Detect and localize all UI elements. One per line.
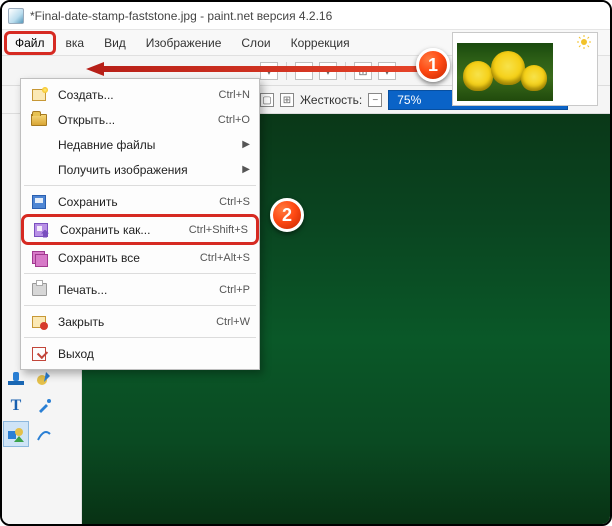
new-icon [30,86,48,104]
chevron-right-icon: ▶ [242,164,250,175]
tool-button[interactable]: ▫ [295,62,313,80]
menu-item-label: Закрыть [58,315,216,329]
chevron-right-icon: ▶ [242,139,250,150]
menu-item[interactable]: Сохранить всеCtrl+Alt+S [22,245,258,270]
menu-item-shortcut: Ctrl+O [218,114,250,126]
menu-item-label: Недавние файлы [58,138,250,152]
file-menu-dropdown: Создать...Ctrl+NОткрыть...Ctrl+OНедавние… [20,78,260,370]
saveas-icon [32,221,50,239]
menu-item[interactable]: Создать...Ctrl+N [22,82,258,107]
exit-icon [30,345,48,363]
tool-dropdown-icon[interactable]: ▾ [260,62,278,80]
thumbnail-image [457,43,553,101]
close-icon [30,313,48,331]
menu-item-shortcut: Ctrl+S [219,196,250,208]
menu-item[interactable]: Печать...Ctrl+P [22,277,258,302]
menu-item[interactable]: Выход [22,341,258,366]
menu-item-label: Сохранить все [58,251,200,265]
stiffness-label: Жесткость: [300,93,362,107]
menu-item-shortcut: Ctrl+Shift+S [189,224,248,236]
menu-item[interactable]: ЗакрытьCtrl+W [22,309,258,334]
tool-button[interactable]: ▾ [319,62,337,80]
menu-file[interactable]: Файл [4,31,56,55]
titlebar: *Final-date-stamp-faststone.jpg - paint.… [2,2,610,30]
annotation-badge-2: 2 [270,198,304,232]
menu-item-label: Получить изображения [58,163,250,177]
shapes-tool-icon[interactable] [3,421,29,447]
separator [286,62,287,80]
menu-separator [24,337,256,338]
decrease-icon[interactable]: ▢ [260,93,274,107]
app-icon [8,8,24,24]
menu-separator [24,305,256,306]
menu-item-label: Сохранить [58,195,219,209]
menu-item-label: Печать... [58,283,219,297]
picker-tool-icon[interactable] [31,393,57,419]
window-title: *Final-date-stamp-faststone.jpg - paint.… [30,9,332,23]
separator [345,62,346,80]
menu-item-shortcut: Ctrl+P [219,284,250,296]
menu-item[interactable]: Получить изображения▶ [22,157,258,182]
saveall-icon [30,249,48,267]
grid-icon[interactable]: ⊞ [354,62,372,80]
blank-icon [30,136,48,154]
line-tool-icon[interactable] [31,421,57,447]
image-thumbnail-panel[interactable] [452,32,598,106]
menu-separator [24,273,256,274]
app-window: *Final-date-stamp-faststone.jpg - paint.… [0,0,612,526]
save-icon [30,193,48,211]
menu-item[interactable]: Сохранить как...Ctrl+Shift+S [24,217,256,242]
menu-item-highlighted: Сохранить как...Ctrl+Shift+S [21,214,259,245]
menu-edit[interactable]: вка [56,32,95,54]
menu-item-shortcut: Ctrl+Alt+S [200,252,250,264]
menu-layers[interactable]: Слои [231,32,280,54]
annotation-badge-1: 1 [416,48,450,82]
menu-item[interactable]: Недавние файлы▶ [22,132,258,157]
sun-icon [577,35,591,49]
blank-icon [30,161,48,179]
tool-button[interactable]: ▾ [378,62,396,80]
open-icon [30,111,48,129]
print-icon [30,281,48,299]
menu-separator [24,185,256,186]
menu-item-shortcut: Ctrl+N [219,89,250,101]
menu-item-shortcut: Ctrl+W [216,316,250,328]
menu-item-label: Создать... [58,88,219,102]
menu-view[interactable]: Вид [94,32,136,54]
menu-item-label: Открыть... [58,113,218,127]
increase-icon[interactable]: ⊞ [280,93,294,107]
text-tool-icon[interactable]: T [3,393,29,419]
minus-icon[interactable]: − [368,93,382,107]
menu-image[interactable]: Изображение [136,32,232,54]
menu-item-label: Выход [58,347,250,361]
menu-item[interactable]: СохранитьCtrl+S [22,189,258,214]
menu-item[interactable]: Открыть...Ctrl+O [22,107,258,132]
menu-item-label: Сохранить как... [60,223,189,237]
menu-adjust[interactable]: Коррекция [281,32,360,54]
